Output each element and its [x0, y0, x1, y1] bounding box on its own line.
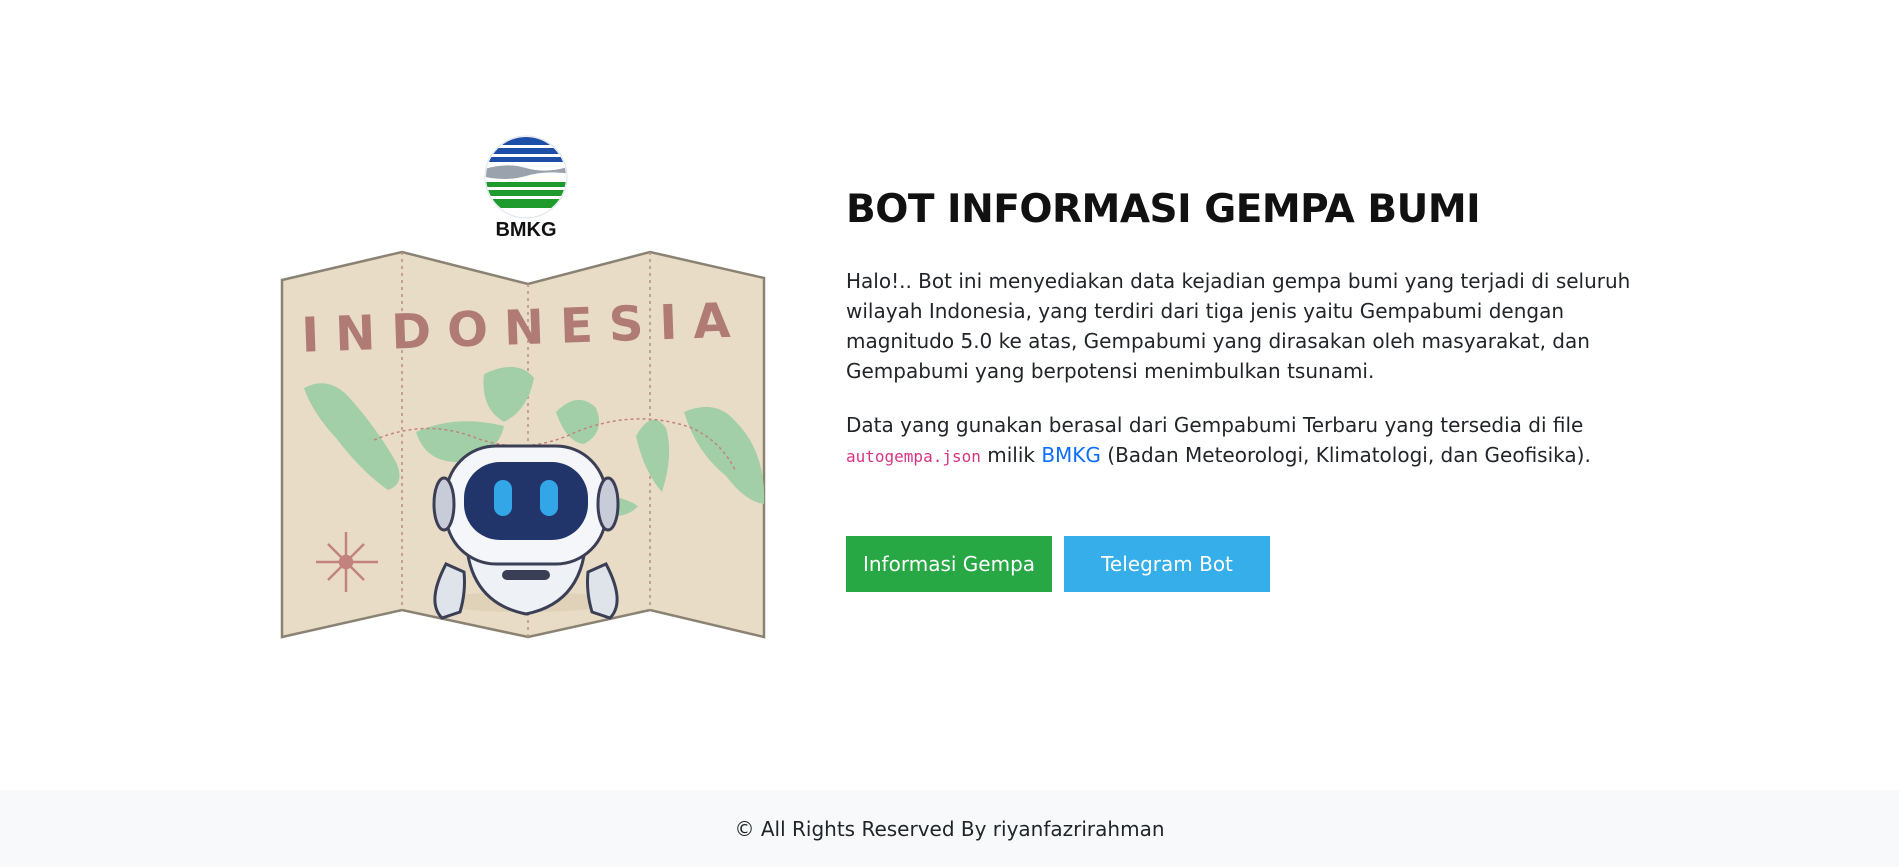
footer-copyright: © All Rights Reserved By riyanfazrirahma… [734, 816, 1165, 841]
footer: © All Rights Reserved By riyanfazrirahma… [0, 790, 1899, 867]
source-text-prefix: Data yang gunakan berasal dari Gempabumi… [846, 413, 1584, 437]
bmkg-logo-icon [484, 135, 568, 219]
intro-paragraph: Halo!.. Bot ini menyediakan data kejadia… [846, 269, 1631, 383]
page-title: BOT INFORMASI GEMPA BUMI [846, 187, 1481, 232]
informasi-gempa-button[interactable]: Informasi Gempa [846, 536, 1052, 592]
action-buttons: Informasi Gempa Telegram Bot [846, 536, 1646, 592]
robot-map-illustration: BMKG INDONESIA [266, 132, 780, 647]
autogempa-file-code: autogempa.json [846, 447, 981, 466]
hero-content: BOT INFORMASI GEMPA BUMI Halo!.. Bot ini… [846, 186, 1646, 592]
hero-section: BMKG INDONESIA BOT INFORMASI GEMPA BUMI … [0, 0, 1899, 790]
telegram-bot-button[interactable]: Telegram Bot [1064, 536, 1270, 592]
robot-icon [432, 444, 620, 620]
source-text-middle: milik [987, 443, 1035, 467]
source-text-suffix: (Badan Meteorologi, Klimatologi, dan Geo… [1107, 443, 1591, 467]
source-paragraph: Data yang gunakan berasal dari Gempabumi… [846, 410, 1636, 472]
bmkg-link[interactable]: BMKG [1041, 443, 1101, 467]
